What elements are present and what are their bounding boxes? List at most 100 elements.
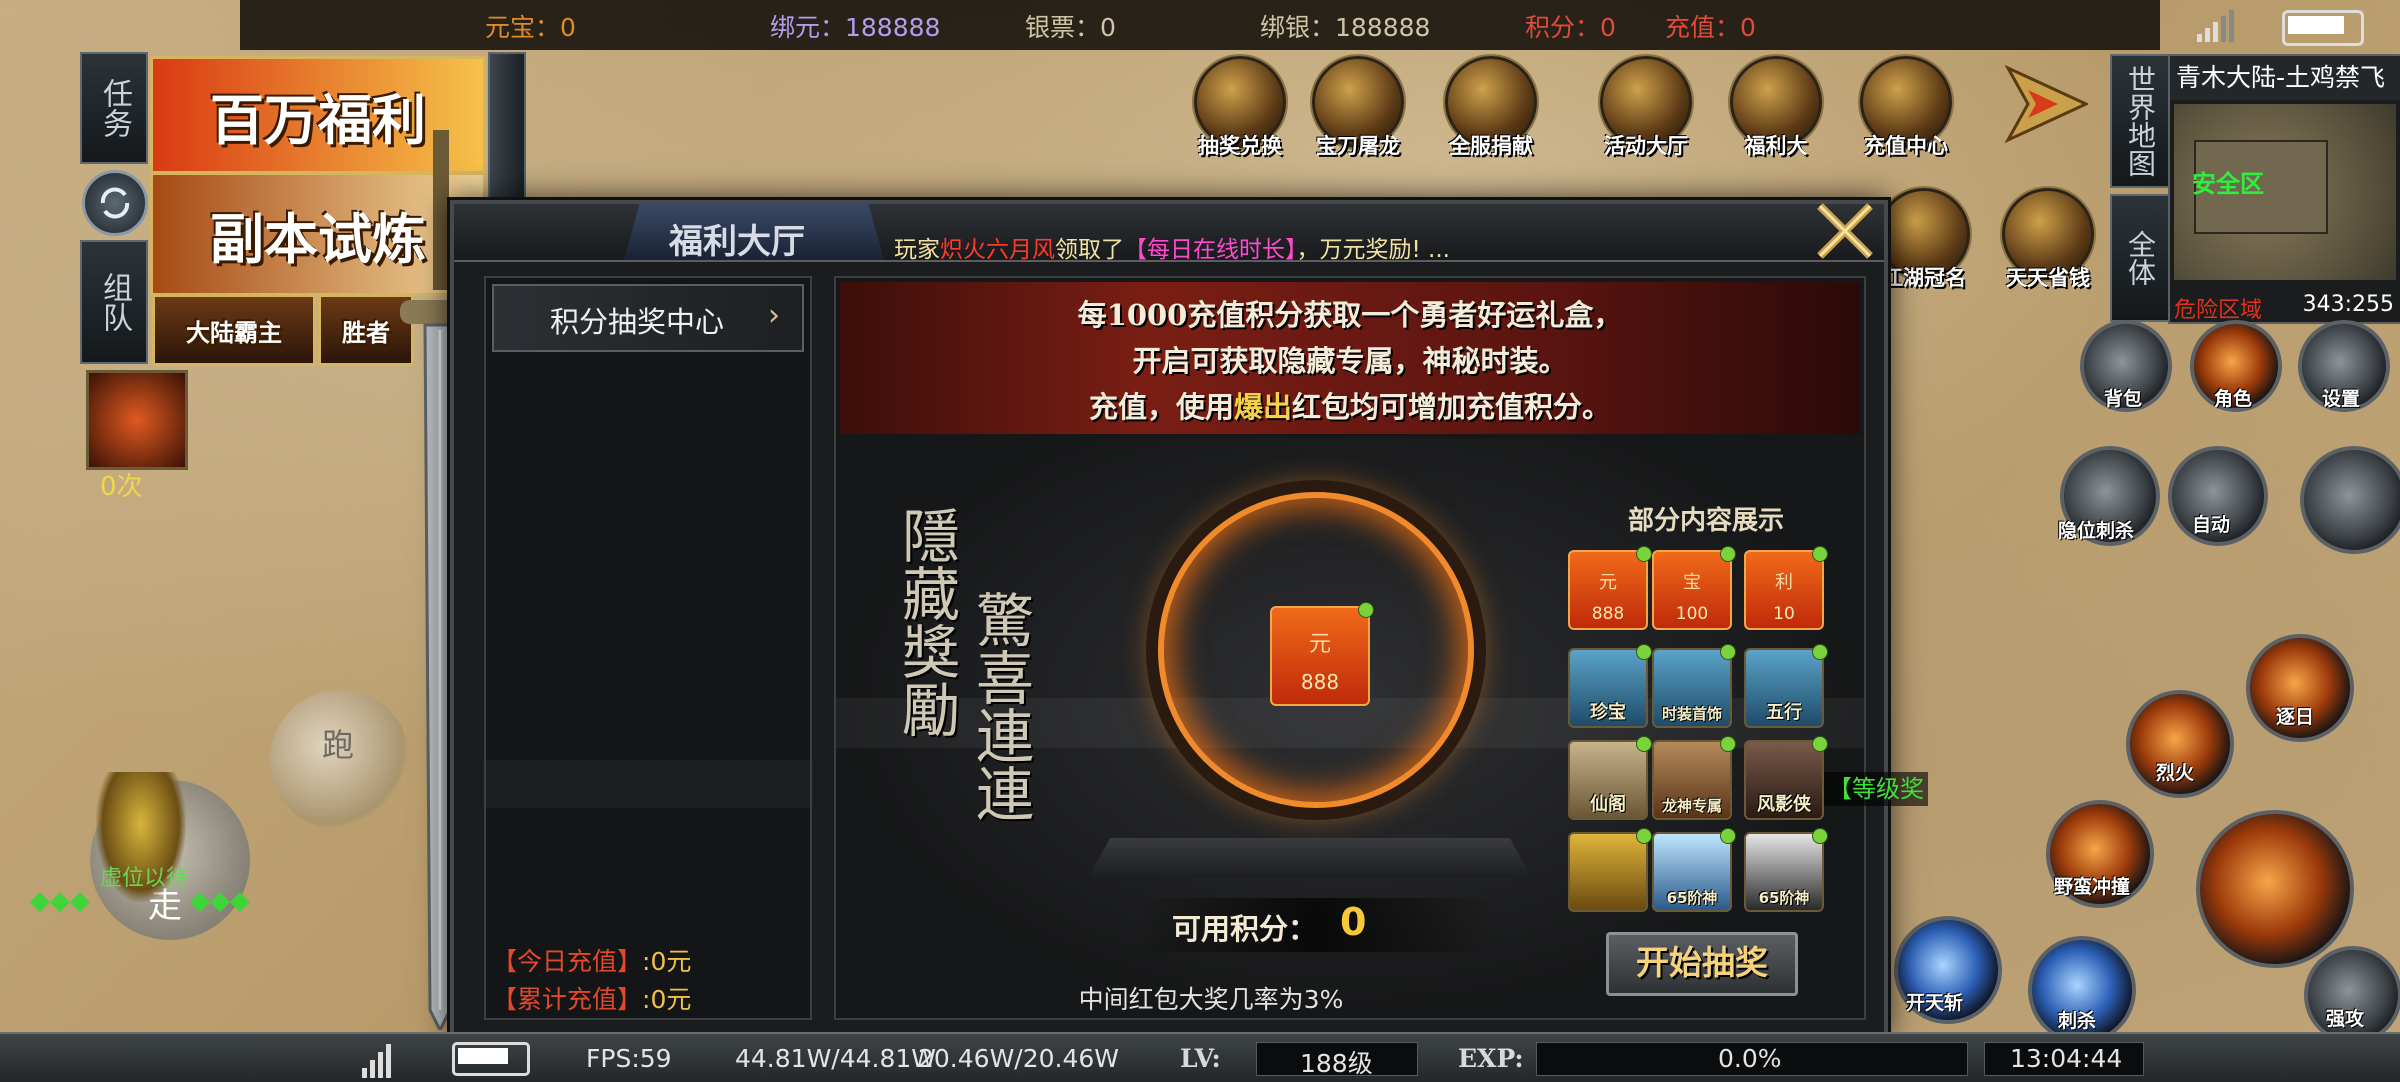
world-map-tab[interactable]: 世界地图 — [2110, 54, 2170, 188]
banner-line-2: 开启可获取隐藏专属，神秘时装。 — [1132, 344, 1568, 378]
center-prize-char: 元 — [1308, 632, 1331, 657]
preview-item-4-dot — [1636, 644, 1652, 660]
danger-zone-label: 危险区域 — [2174, 298, 2263, 323]
preview-item-1-char: 元 — [1599, 572, 1617, 593]
battery-icon — [452, 1042, 530, 1076]
ring-pedestal — [1088, 838, 1532, 878]
preview-item-12[interactable]: 65阶神 — [1744, 828, 1828, 912]
safe-zone-label: 安全区 — [2192, 170, 2264, 198]
preview-item-1-label: 888 — [1591, 604, 1625, 624]
event-hall-button[interactable]: 活动大厅 — [1598, 56, 1694, 160]
run-button[interactable]: 跑 — [270, 690, 410, 830]
preview-item-6[interactable]: 五行 — [1744, 644, 1828, 728]
refresh-icon[interactable] — [82, 170, 148, 236]
center-prize-dot — [1358, 602, 1374, 618]
welfare-hall-button[interactable]: 福利大 — [1728, 56, 1824, 160]
preview-item-7[interactable]: 仙阁 — [1568, 736, 1652, 820]
buff-count: 0次 — [100, 472, 143, 502]
available-points-value: 0 — [1340, 900, 1367, 944]
hp-text: 44.81W/44.81W — [735, 1044, 937, 1073]
stealth-stab-label: 隐位刺杀 — [2058, 520, 2135, 542]
sky-split-label: 开天斩 — [1906, 992, 1964, 1014]
map-coords: 343:255 — [2302, 292, 2394, 317]
preview-item-8-dot — [1720, 736, 1736, 752]
dragon-blade-label: 宝刀屠龙 — [1316, 133, 1400, 158]
status-bar: FPS:59 44.81W/44.81W 20.46W/20.46W LV: 1… — [0, 1032, 2400, 1082]
preview-item-7-label: 仙阁 — [1590, 794, 1626, 815]
marquee-prefix: 玩家 — [894, 237, 940, 263]
clock-text: 13:04:44 — [2010, 1044, 2123, 1073]
preview-item-8[interactable]: 龙神专属 — [1652, 736, 1736, 820]
preview-item-12-label: 65阶神 — [1758, 889, 1810, 907]
preview-item-2-dot — [1720, 546, 1736, 562]
collapse-arrow-icon[interactable] — [1998, 64, 2090, 144]
preview-item-1[interactable]: 元 888 — [1568, 546, 1652, 630]
preview-item-3[interactable]: 利 10 — [1744, 546, 1828, 630]
preview-item-11-dot — [1720, 828, 1736, 844]
preview-item-10-dot — [1636, 828, 1652, 844]
barbaric-charge-label: 野蛮冲撞 — [2054, 876, 2131, 898]
today-recharge-label: 【今日充值】 — [492, 947, 643, 976]
lottery-exchange-label: 抽奖兑换 — [1198, 133, 1282, 158]
preview-item-11[interactable]: 65阶神 — [1652, 828, 1736, 912]
marquee-item: 【每日在线时长】 — [1124, 237, 1297, 263]
main-attack-skill[interactable] — [2196, 810, 2354, 968]
preview-item-6-label: 五行 — [1766, 702, 1802, 723]
start-lottery-button[interactable]: 开始抽奖 — [1606, 932, 1798, 996]
marquee-mid: 领取了 — [1055, 237, 1124, 263]
force-attack-label: 强攻 — [2326, 1008, 2365, 1030]
bag-label: 背包 — [2104, 388, 2143, 410]
level-reward-tag[interactable]: 【等级奖 — [1824, 772, 1928, 806]
points-display: 可用积分： 0 — [1136, 898, 1496, 952]
dragon-blade-button[interactable]: 宝刀屠龙 — [1310, 56, 1406, 160]
preview-item-10[interactable] — [1568, 828, 1652, 912]
buff-icon[interactable] — [86, 370, 188, 470]
preview-item-7-dot — [1636, 736, 1652, 752]
close-icon[interactable] — [1812, 198, 1878, 264]
lottery-exchange-button[interactable]: 抽奖兑换 — [1192, 56, 1288, 160]
menu-panel: 积分抽奖中心 › 【今日充值】:0元 【累计充值】:0元 — [484, 276, 812, 1020]
preview-item-5[interactable]: 时装首饰 — [1652, 644, 1736, 728]
banner-line-3c: 红包均可增加充值积分。 — [1292, 390, 1612, 424]
team-tab[interactable]: 组队 — [80, 240, 148, 364]
window-header: 福利大厅 玩家炽火六月风领取了【每日在线时长】，万元奖励! ... — [454, 203, 1884, 264]
settings-label: 设置 — [2322, 388, 2361, 410]
preview-item-8-label: 龙神专属 — [1661, 797, 1722, 815]
event-hall-label: 活动大厅 — [1604, 133, 1688, 158]
menu-item-points-lottery[interactable]: 积分抽奖中心 › — [492, 284, 804, 352]
full-tab[interactable]: 全体 — [2110, 194, 2170, 322]
preview-item-4[interactable]: 珍宝 — [1568, 644, 1652, 728]
bind-silver-text: 绑银：188888 — [1260, 13, 1431, 42]
battery-icon — [2282, 10, 2364, 46]
target-lock-button[interactable] — [2300, 446, 2400, 554]
bind-yuan-text: 绑元：188888 — [770, 13, 941, 42]
total-recharge-label: 【累计充值】 — [492, 985, 643, 1014]
banner-line-3b: 爆出 — [1233, 390, 1292, 424]
preview-item-9[interactable]: 风影侠 — [1744, 736, 1828, 820]
preview-item-2-label: 100 — [1675, 604, 1709, 624]
task-tab[interactable]: 任务 — [80, 52, 148, 164]
exp-label: EXP: — [1458, 1044, 1524, 1073]
welfare-hall-window: 福利大厅 玩家炽火六月风领取了【每日在线时长】，万元奖励! ... 积分抽奖中心… — [450, 200, 1928, 1038]
donation-label: 全服捐献 — [1449, 133, 1533, 158]
center-prize-slot[interactable]: 元 888 — [1270, 602, 1374, 706]
jianghu-title-button[interactable]: 江湖冠名 — [1876, 188, 1972, 292]
preview-item-1-dot — [1636, 546, 1652, 562]
jackpot-odds-note: 中间红包大奖几率为3% — [1078, 985, 1344, 1014]
minimap[interactable]: 青木大陆-土鸡禁飞 安全区 危险区域 343:255 — [2168, 54, 2400, 324]
donation-button[interactable]: 全服捐献 — [1443, 56, 1539, 160]
signal-icon — [360, 1040, 398, 1078]
preview-item-9-label: 风影侠 — [1757, 794, 1811, 815]
save-money-button[interactable]: 天天省钱 — [2000, 188, 2096, 292]
stab-label: 刺杀 — [2058, 1010, 2097, 1032]
preview-item-3-dot — [1812, 546, 1828, 562]
recharge-center-button[interactable]: 充值中心 — [1858, 56, 1954, 160]
exp-value: 0.0% — [1718, 1044, 1782, 1073]
marquee-text: 玩家炽火六月风领取了【每日在线时长】，万元奖励! ... — [894, 230, 1450, 264]
preview-item-2-char: 宝 — [1683, 572, 1701, 593]
minimap-view: 安全区 — [2174, 104, 2396, 280]
resource-bar: 元宝：0 绑元：188888 银票：0 绑银：188888 积分：0 充值：0 — [240, 0, 2160, 50]
continent-overlord-banner[interactable]: 大陆霸主 — [152, 294, 316, 366]
banner-line-1: 每1000充值积分获取一个勇者好运礼盒， — [1077, 298, 1623, 332]
preview-item-2[interactable]: 宝 100 — [1652, 546, 1736, 630]
